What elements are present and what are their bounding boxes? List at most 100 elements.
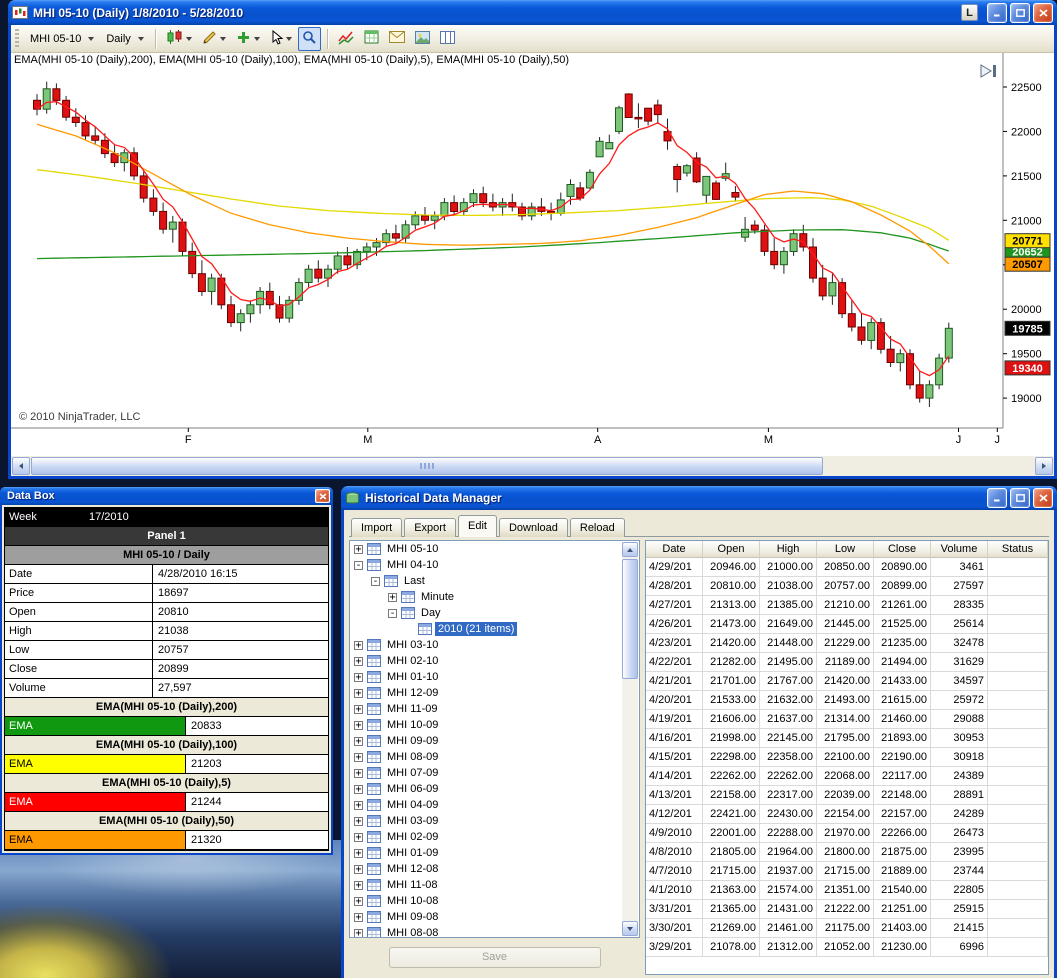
tree-item[interactable]: + MHI 10-08: [350, 893, 622, 909]
hdm-close-button[interactable]: [1033, 488, 1053, 508]
table-row[interactable]: 3/30/201 21269.00 21461.00 21175.00 21403.00…: [646, 919, 1048, 938]
minimize-button[interactable]: [987, 2, 1007, 23]
tree-item[interactable]: + MHI 09-08: [350, 909, 622, 925]
tree-item[interactable]: + MHI 04-09: [350, 797, 622, 813]
expand-icon[interactable]: +: [354, 880, 363, 890]
tree-scroll-up-button[interactable]: [622, 542, 638, 557]
scroll-left-button[interactable]: [12, 457, 30, 475]
table-row[interactable]: 4/20/201 21533.00 21632.00 21493.00 21615.00…: [646, 691, 1048, 710]
expand-icon[interactable]: +: [354, 640, 363, 650]
tree-item[interactable]: - MHI 04-10: [350, 557, 622, 573]
data-box-close-button[interactable]: [315, 489, 330, 503]
data-box-titlebar[interactable]: Data Box: [0, 487, 333, 505]
tab-download[interactable]: Download: [498, 518, 568, 537]
expand-icon[interactable]: +: [354, 864, 363, 874]
hdm-titlebar[interactable]: Historical Data Manager: [341, 486, 1057, 510]
instrument-selector[interactable]: MHI 05-10: [25, 31, 99, 47]
scroll-right-button[interactable]: [1035, 457, 1053, 475]
expand-icon[interactable]: +: [354, 768, 363, 778]
expand-icon[interactable]: +: [354, 704, 363, 714]
column-header-low[interactable]: Low: [817, 541, 874, 558]
tree-item[interactable]: + MHI 02-10: [350, 653, 622, 669]
expand-icon[interactable]: +: [354, 912, 363, 922]
tree-scrollbar-thumb[interactable]: [622, 559, 638, 679]
table-row[interactable]: 4/12/201 22421.00 22430.00 22154.00 22157.00…: [646, 805, 1048, 824]
table-row[interactable]: 4/28/201 20810.00 21038.00 20757.00 20899.00…: [646, 577, 1048, 596]
table-row[interactable]: 4/15/201 22298.00 22358.00 22100.00 22190.00…: [646, 748, 1048, 767]
tree-item[interactable]: + MHI 08-09: [350, 749, 622, 765]
expand-icon[interactable]: +: [388, 592, 397, 602]
tree-item[interactable]: + MHI 12-09: [350, 685, 622, 701]
column-header-date[interactable]: Date: [646, 541, 703, 558]
expand-icon[interactable]: +: [354, 848, 363, 858]
table-row[interactable]: 4/16/201 21998.00 22145.00 21795.00 21893.00…: [646, 729, 1048, 748]
tree-item[interactable]: + MHI 11-08: [350, 877, 622, 893]
table-row[interactable]: 4/7/2010 21715.00 21937.00 21715.00 21889.00…: [646, 862, 1048, 881]
collapse-icon[interactable]: -: [388, 608, 397, 618]
expand-icon[interactable]: +: [354, 656, 363, 666]
scrollbar-track[interactable]: [31, 457, 1034, 475]
close-button[interactable]: [1033, 2, 1053, 23]
table-row[interactable]: 3/31/201 21365.00 21431.00 21222.00 21251.00…: [646, 900, 1048, 919]
table-row[interactable]: 4/27/201 21313.00 21385.00 21210.00 21261.00…: [646, 596, 1048, 615]
tree-scrollbar[interactable]: [622, 542, 638, 936]
expand-icon[interactable]: +: [354, 800, 363, 810]
snapshot-button[interactable]: [411, 28, 434, 50]
chart-hscrollbar[interactable]: [11, 455, 1054, 476]
tab-reload[interactable]: Reload: [569, 518, 625, 537]
collapse-icon[interactable]: -: [354, 560, 363, 570]
expand-icon[interactable]: +: [354, 928, 363, 937]
table-row[interactable]: 4/22/201 21282.00 21495.00 21189.00 21494.00…: [646, 653, 1048, 672]
toolbar-grip-handle[interactable]: [15, 28, 19, 49]
tree-item[interactable]: + MHI 09-09: [350, 733, 622, 749]
tab-edit[interactable]: Edit: [457, 515, 497, 537]
tree-item[interactable]: + Minute: [350, 589, 622, 605]
table-row[interactable]: 3/29/201 21078.00 21312.00 21052.00 21230.00…: [646, 938, 1048, 957]
expand-icon[interactable]: +: [354, 720, 363, 730]
email-button[interactable]: [385, 28, 409, 49]
hdm-maximize-button[interactable]: [1010, 488, 1030, 508]
tree-scrollbar-track[interactable]: [622, 557, 638, 921]
table-row[interactable]: 4/8/2010 21805.00 21964.00 21800.00 21875.00…: [646, 843, 1048, 862]
column-header-status[interactable]: Status: [988, 541, 1048, 558]
drawing-tools-button[interactable]: [198, 27, 230, 51]
indicators-button[interactable]: [334, 27, 358, 51]
cursor-tool-button[interactable]: [266, 27, 296, 51]
zoom-button[interactable]: [297, 26, 321, 51]
table-row[interactable]: 4/26/201 21473.00 21649.00 21445.00 21525.00…: [646, 615, 1048, 634]
tree-item[interactable]: - Day: [350, 605, 622, 621]
tree-item[interactable]: + MHI 03-10: [350, 637, 622, 653]
expand-icon[interactable]: +: [354, 816, 363, 826]
column-header-open[interactable]: Open: [703, 541, 760, 558]
hdm-minimize-button[interactable]: [987, 488, 1007, 508]
tab-export[interactable]: Export: [404, 518, 456, 537]
tree-item[interactable]: + MHI 12-08: [350, 861, 622, 877]
tree-item[interactable]: + MHI 02-09: [350, 829, 622, 845]
table-row[interactable]: 4/1/2010 21363.00 21574.00 21351.00 21540.00…: [646, 881, 1048, 900]
tree-item[interactable]: + MHI 01-09: [350, 845, 622, 861]
expand-icon[interactable]: +: [354, 896, 363, 906]
column-header-close[interactable]: Close: [874, 541, 931, 558]
table-row[interactable]: 4/23/201 21420.00 21448.00 21229.00 21235.00…: [646, 634, 1048, 653]
go-to-end-icon[interactable]: [978, 63, 998, 82]
tree-scroll-down-button[interactable]: [622, 921, 638, 936]
tree-item[interactable]: + MHI 05-10: [350, 541, 622, 557]
expand-icon[interactable]: +: [354, 736, 363, 746]
save-button[interactable]: Save: [388, 947, 601, 968]
column-header-volume[interactable]: Volume: [931, 541, 988, 558]
tree-item[interactable]: + MHI 07-09: [350, 765, 622, 781]
scrollbar-thumb[interactable]: [31, 457, 824, 475]
table-row[interactable]: 4/14/201 22262.00 22262.00 22068.00 22117.00…: [646, 767, 1048, 786]
column-header-high[interactable]: High: [760, 541, 817, 558]
table-row[interactable]: 4/13/201 22158.00 22317.00 22039.00 22148.00…: [646, 786, 1048, 805]
bar-type-button[interactable]: [162, 26, 196, 51]
tree-item[interactable]: + MHI 10-09: [350, 717, 622, 733]
price-chart[interactable]: 2250022000215002100020500200001950019000…: [11, 53, 1054, 455]
collapse-icon[interactable]: -: [371, 576, 380, 586]
maximize-button[interactable]: [1010, 2, 1030, 23]
tree-item[interactable]: + MHI 03-09: [350, 813, 622, 829]
data-box-button[interactable]: [360, 27, 383, 50]
tree-item[interactable]: + MHI 01-10: [350, 669, 622, 685]
tree-item[interactable]: 2010 (21 items): [350, 621, 622, 637]
table-row[interactable]: 4/29/201 20946.00 21000.00 20850.00 20890.00…: [646, 558, 1048, 577]
